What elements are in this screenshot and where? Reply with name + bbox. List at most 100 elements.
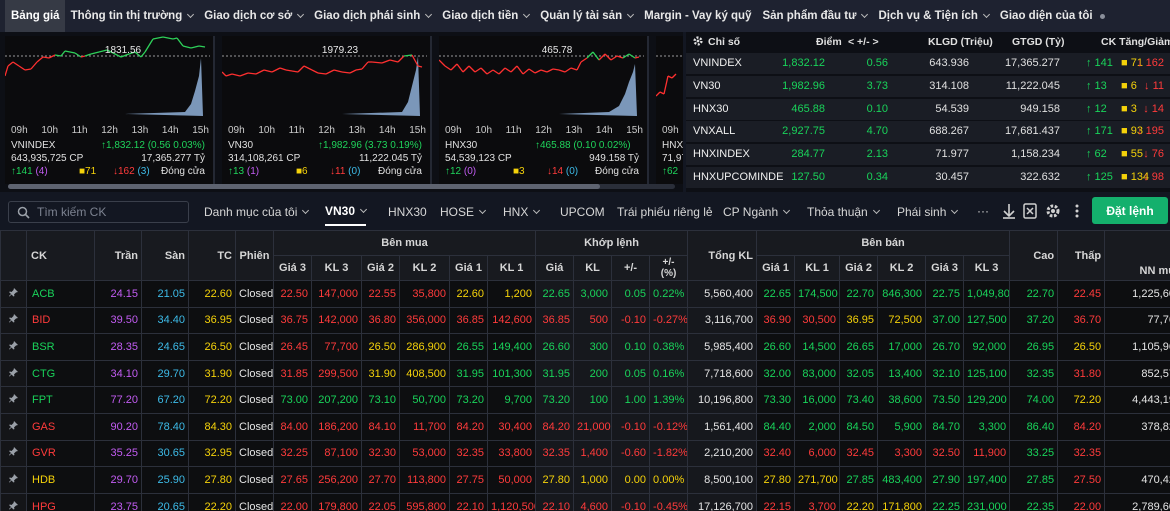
col-buy-price-3[interactable]: Giá 3 [273, 255, 312, 281]
col-buy-vol-2[interactable]: KL 2 [399, 255, 450, 281]
nav-item-0[interactable]: Bảng giá [5, 0, 65, 32]
nav-item-6[interactable]: Margin - Vay ký quỹ [638, 0, 756, 32]
nav-item-5[interactable]: Quản lý tài sản [534, 0, 638, 32]
settings-gear-icon[interactable] [692, 35, 704, 50]
tab-6[interactable]: Trái phiếu riêng lẻ [617, 197, 713, 226]
nav-item-2[interactable]: Giao dịch cơ sở [198, 0, 308, 32]
tab-7[interactable]: CP Ngành [723, 197, 791, 226]
table-row[interactable]: CTG 34.10 29.70 31.90 Closed 31.85 299,500 31.9… [0, 359, 1170, 388]
pin-icon[interactable] [0, 412, 27, 441]
index-row-vn30[interactable]: VN30 1,982.96 3.73 314.108 11,222.045 ↑ 13 ■ 6… [686, 75, 1170, 97]
volume-cell: 197,400 [963, 466, 1011, 494]
index-row-vnxall[interactable]: VNXALL 2,927.75 4.70 688.267 17,681.437 ↑ 171… [686, 121, 1170, 143]
header-index-name: Chỉ số [708, 36, 741, 48]
col-low[interactable]: Thấp [1057, 230, 1106, 281]
pin-icon[interactable] [0, 333, 27, 361]
settings-gear-icon[interactable] [1044, 202, 1062, 220]
col-foreign-buy[interactable]: NN mua [1104, 230, 1170, 281]
tab-2[interactable]: HNX30 [388, 197, 427, 226]
index-ref: ■ 3 [1121, 102, 1137, 115]
tab-9[interactable]: Phái sinh [897, 197, 959, 226]
pin-icon[interactable] [0, 492, 27, 511]
index-row-hnx30[interactable]: HNX30 465.88 0.10 54.539 949.158 ↑ 12 ■ 3 ↓ 14 [686, 98, 1170, 120]
nav-item-1[interactable]: Thông tin thị trường [65, 0, 199, 32]
col-total-volume[interactable]: Tổng KL [687, 230, 758, 281]
place-order-button[interactable]: Đặt lệnh [1092, 197, 1168, 224]
index-row-hnxupcominde[interactable]: HNXUPCOMINDE 127.50 0.34 30.457 322.632 ↑ 125… [686, 167, 1170, 188]
pin-icon[interactable] [0, 466, 27, 494]
header-value: GTGD (Tỷ) [1012, 36, 1065, 48]
stock-search-box[interactable] [8, 201, 189, 223]
more-options-icon[interactable] [1068, 202, 1086, 220]
col-sell-price-2[interactable]: Giá 2 [839, 255, 879, 281]
pin-icon[interactable] [0, 359, 27, 388]
col-high[interactable]: Cao [1009, 230, 1059, 281]
tab-0[interactable]: Danh mục của tôi [204, 197, 310, 226]
table-row[interactable]: HDB 29.70 25.90 27.80 Closed 27.65 256,200 27.7… [0, 466, 1170, 494]
col-match-price[interactable]: Giá [535, 255, 575, 281]
tab-4[interactable]: HNX [503, 197, 541, 226]
col-buy-price-1[interactable]: Giá 1 [449, 255, 488, 281]
ticker-symbol[interactable]: HDB [26, 466, 95, 494]
ticker-symbol[interactable]: HPG [26, 492, 95, 511]
excel-export-icon[interactable] [1021, 202, 1039, 220]
chart-card-hnx30[interactable]: 465.78 09h 10h 11h 12h 13h 14h 15h HNX30 ↑465.88 … [439, 36, 649, 184]
tab-1[interactable]: VN30 [325, 197, 368, 226]
table-row[interactable]: ACB 24.15 21.05 22.60 Closed 22.50 147,000 22.5… [0, 280, 1170, 308]
chart-card-vnindex[interactable]: 1831.56 09h 10h 11h 12h 13h 14h 15h VNINDEX ↑1,83… [5, 36, 215, 184]
chart-card-hnxindex[interactable]: 09h10h HNXINDEX 71,97 ↑62 [656, 36, 683, 184]
pin-icon[interactable] [0, 280, 27, 308]
index-row-hnxindex[interactable]: HNXINDEX 284.77 2.13 71.977 1,158.234 ↑ 62 ■ 5… [686, 144, 1170, 166]
nav-item-9[interactable]: Giao diện của tôi [994, 0, 1110, 32]
col-buy-vol-3[interactable]: KL 3 [311, 255, 362, 281]
ticker-symbol[interactable]: CTG [26, 359, 95, 388]
tab-5[interactable]: UPCOM [560, 197, 605, 226]
col-match-change[interactable]: +/- [611, 255, 651, 281]
col-sell-price-3[interactable]: Giá 3 [925, 255, 965, 281]
col-sell-vol-3[interactable]: KL 3 [963, 255, 1011, 281]
table-row[interactable]: FPT 77.20 67.20 72.20 Closed 73.00 207,200 73.1… [0, 386, 1170, 414]
header-change[interactable]: < +/- > [848, 36, 879, 48]
ticker-symbol[interactable]: GAS [26, 412, 95, 441]
ticker-symbol[interactable]: BID [26, 306, 95, 335]
col-sell-price-1[interactable]: Giá 1 [756, 255, 796, 281]
tab-8[interactable]: Thỏa thuận [807, 197, 880, 226]
chart-card-vn30[interactable]: 1979.23 09h 10h 11h 12h 13h 14h 15h VN30 ↑1,982.9… [222, 36, 432, 184]
ticker-symbol[interactable]: GVR [26, 439, 95, 468]
col-floor[interactable]: Sàn [141, 230, 189, 281]
col-ceiling[interactable]: Trần [94, 230, 142, 281]
table-row[interactable]: BID 39.50 34.40 36.95 Closed 36.75 142,000 36.8… [0, 306, 1170, 335]
ticker-symbol[interactable]: FPT [26, 386, 95, 414]
table-row[interactable]: HPG 23.75 20.65 22.20 Closed 22.00 179,800 22.0… [0, 492, 1170, 511]
col-ck[interactable]: CK [26, 230, 95, 281]
col-buy-vol-1[interactable]: KL 1 [486, 255, 537, 281]
more-tabs-button[interactable]: ··· [977, 196, 989, 225]
pin-icon[interactable] [0, 386, 27, 414]
nav-item-8[interactable]: Dịch vụ & Tiện ích [872, 0, 993, 32]
col-session[interactable]: Phiên [235, 230, 274, 281]
search-input[interactable] [37, 204, 185, 220]
pin-icon[interactable] [0, 306, 27, 335]
col-match-percent[interactable]: +/- (%) [649, 255, 689, 281]
nav-item-4[interactable]: Giao dịch tiền [436, 0, 534, 32]
col-match-volume[interactable]: KL [573, 255, 613, 281]
col-sell-vol-1[interactable]: KL 1 [794, 255, 841, 281]
table-row[interactable]: GAS 90.20 78.40 84.30 Closed 84.00 186,200 84.1… [0, 412, 1170, 441]
scrollbar-thumb[interactable] [8, 184, 600, 189]
tab-3[interactable]: HOSE [440, 197, 487, 226]
table-row[interactable]: BSR 28.35 24.65 26.50 Closed 26.45 77,700 26.50… [0, 333, 1170, 361]
pin-icon[interactable] [0, 439, 27, 468]
ticker-symbol[interactable]: BSR [26, 333, 95, 361]
col-buy-price-2[interactable]: Giá 2 [361, 255, 400, 281]
ticker-symbol[interactable]: ACB [26, 280, 95, 308]
col-sell-vol-2[interactable]: KL 2 [877, 255, 927, 281]
price-board-table: CK Trần Sàn TC Phiên Bên mua Khớp lệnh T… [0, 230, 1170, 511]
table-row[interactable]: GVR 35.25 30.65 32.95 Closed 32.25 87,100 32.30… [0, 439, 1170, 468]
charts-horizontal-scrollbar[interactable] [8, 184, 675, 189]
volume-cell: 83,000 [794, 359, 841, 388]
col-reference[interactable]: TC [188, 230, 236, 281]
index-row-vnindex[interactable]: VNINDEX 1,832.12 0.56 643.936 17,365.277 ↑ 14… [686, 53, 1170, 74]
collapse-icon[interactable] [1000, 202, 1018, 220]
nav-item-7[interactable]: Sản phẩm đầu tư [756, 0, 872, 32]
nav-item-3[interactable]: Giao dịch phái sinh [308, 0, 436, 32]
